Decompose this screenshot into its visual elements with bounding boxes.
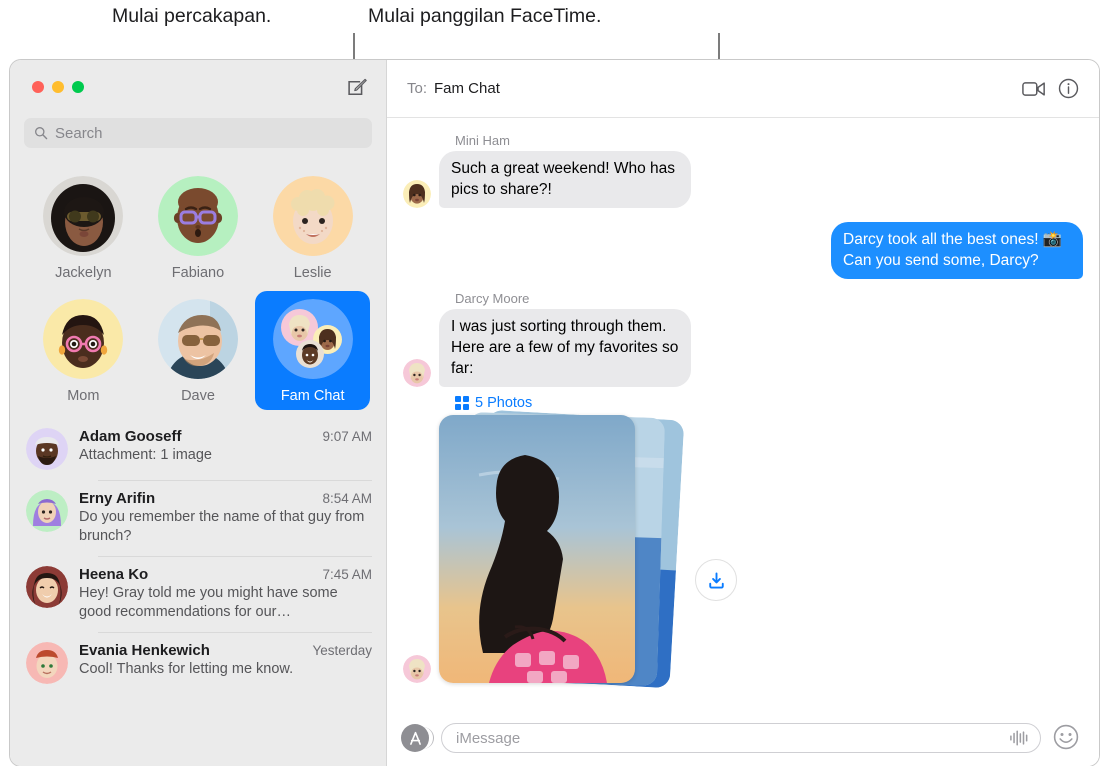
message-bubble[interactable]: Darcy took all the best ones! 📸 Can you … (831, 222, 1083, 279)
list-item-name: Erny Arifin (79, 490, 156, 507)
apps-button[interactable] (401, 724, 434, 752)
download-attachment-button[interactable] (695, 559, 737, 601)
avatar (43, 176, 124, 256)
callout-facetime-text: Mulai panggilan FaceTime. (368, 5, 602, 27)
facetime-button[interactable] (1017, 74, 1051, 104)
pinned-item-label: Fabiano (171, 265, 225, 281)
avatar (157, 176, 238, 256)
pinned-item-label: Dave (181, 388, 215, 404)
conversation-list: Adam Gooseff 9:07 AM Attachment: 1 image (10, 414, 386, 766)
list-item-preview: Attachment: 1 image (79, 447, 212, 463)
message-input[interactable]: iMessage (441, 723, 1041, 753)
list-item-time: 7:45 AM (322, 567, 372, 582)
chat-pane: To: Fam Chat Mini Ham Such a great weeke… (387, 60, 1099, 766)
pinned-item-leslie[interactable]: Leslie (255, 168, 370, 287)
message-bubble[interactable]: I was just sorting through them. Here ar… (439, 309, 691, 387)
list-item-name: Adam Gooseff (79, 428, 182, 445)
list-item-body: Adam Gooseff 9:07 AM Attachment: 1 image (79, 428, 372, 470)
list-item-preview: Do you remember the name of that guy fro… (79, 509, 365, 544)
group-avatar (272, 299, 353, 379)
pinned-item-fam-chat[interactable]: Fam Chat (255, 291, 370, 410)
message-composer: iMessage (387, 710, 1099, 766)
photo-attachment-row (403, 409, 1083, 689)
list-item-body: Evania Henkewich Yesterday Cool! Thanks … (79, 642, 372, 684)
recipient-name[interactable]: Fam Chat (434, 80, 500, 97)
avatar (43, 299, 124, 379)
download-icon (708, 572, 724, 588)
avatar (403, 655, 431, 683)
details-button[interactable] (1051, 74, 1085, 104)
pinned-item-label: Mom (67, 388, 100, 404)
message-sender-name: Darcy Moore (455, 291, 530, 306)
search-placeholder: Search (55, 124, 103, 142)
list-item[interactable]: Evania Henkewich Yesterday Cool! Thanks … (10, 632, 386, 694)
search-container: Search (10, 118, 386, 158)
list-item-body: Heena Ko 7:45 AM Hey! Gray told me you m… (79, 566, 372, 622)
zoom-button[interactable] (72, 81, 84, 93)
sidebar: Search Jackelyn Fabiano Leslie Mom Dave … (10, 60, 387, 766)
photos-attachment-label[interactable]: 5 Photos (455, 395, 1083, 411)
group-avatar-member-3 (295, 340, 324, 368)
app-store-icon (409, 731, 421, 745)
compose-icon (348, 78, 367, 96)
photos-count-label: 5 Photos (475, 395, 533, 411)
photo-card-front (439, 415, 635, 683)
list-item-time: Yesterday (312, 643, 372, 658)
pinned-item-label: Fam Chat (280, 388, 345, 404)
message-sender-name: Mini Ham (455, 133, 510, 148)
to-label: To: (407, 80, 428, 97)
compose-button[interactable] (344, 75, 370, 101)
close-button[interactable] (32, 81, 44, 93)
emoji-picker-button[interactable] (1053, 724, 1081, 752)
traffic-light-group (32, 81, 84, 93)
minimize-button[interactable] (52, 81, 64, 93)
avatar (157, 299, 238, 379)
avatar (26, 566, 68, 608)
list-item[interactable]: Erny Arifin 8:54 AM Do you remember the … (10, 480, 386, 556)
callout-compose-text: Mulai percakapan. (112, 5, 272, 27)
pinned-item-mom[interactable]: Mom (26, 291, 141, 410)
pinned-item-jackelyn[interactable]: Jackelyn (26, 168, 141, 287)
list-item-time: 9:07 AM (322, 429, 372, 444)
list-item-name: Evania Henkewich (79, 642, 210, 659)
smiley-face-icon (1053, 724, 1079, 750)
avatar (403, 180, 431, 208)
message-row-outgoing: Darcy took all the best ones! 📸 Can you … (403, 222, 1083, 279)
avatar (26, 642, 68, 684)
pinned-item-label: Jackelyn (55, 265, 112, 281)
grid-icon (455, 396, 469, 410)
avatar (26, 490, 68, 532)
list-item-time: 8:54 AM (322, 491, 372, 506)
list-item[interactable]: Heena Ko 7:45 AM Hey! Gray told me you m… (10, 556, 386, 632)
sidebar-titlebar (10, 60, 386, 118)
video-camera-icon (1022, 81, 1045, 96)
message-row-incoming: I was just sorting through them. Here ar… (403, 309, 1083, 387)
message-row-incoming: Such a great weekend! Who has pics to sh… (403, 151, 1083, 208)
avatar (403, 359, 431, 387)
avatar (272, 176, 353, 256)
list-item-preview: Cool! Thanks for letting me know. (79, 661, 294, 677)
photo-stack[interactable] (439, 409, 685, 689)
audio-waveform-icon[interactable] (1008, 729, 1030, 747)
list-item-preview: Hey! Gray told me you might have some go… (79, 585, 338, 620)
info-circle-icon (1058, 78, 1078, 99)
pinned-item-label: Leslie (293, 265, 332, 281)
messages-window: Search Jackelyn Fabiano Leslie Mom Dave … (10, 60, 1099, 766)
pinned-conversations-grid: Jackelyn Fabiano Leslie Mom Dave Fam Cha… (10, 158, 386, 414)
pinned-item-fabiano[interactable]: Fabiano (141, 168, 256, 287)
search-icon (35, 127, 48, 140)
message-thread: Mini Ham Such a great weekend! Who has p… (387, 118, 1099, 710)
list-item[interactable]: Adam Gooseff 9:07 AM Attachment: 1 image (10, 418, 386, 480)
message-bubble[interactable]: Such a great weekend! Who has pics to sh… (439, 151, 691, 208)
avatar (26, 428, 68, 470)
chat-header: To: Fam Chat (387, 60, 1099, 118)
pinned-item-dave[interactable]: Dave (141, 291, 256, 410)
message-input-placeholder: iMessage (456, 729, 521, 747)
avatar (272, 299, 353, 379)
list-item-name: Heena Ko (79, 566, 149, 583)
search-input[interactable]: Search (24, 118, 372, 148)
list-item-body: Erny Arifin 8:54 AM Do you remember the … (79, 490, 372, 546)
